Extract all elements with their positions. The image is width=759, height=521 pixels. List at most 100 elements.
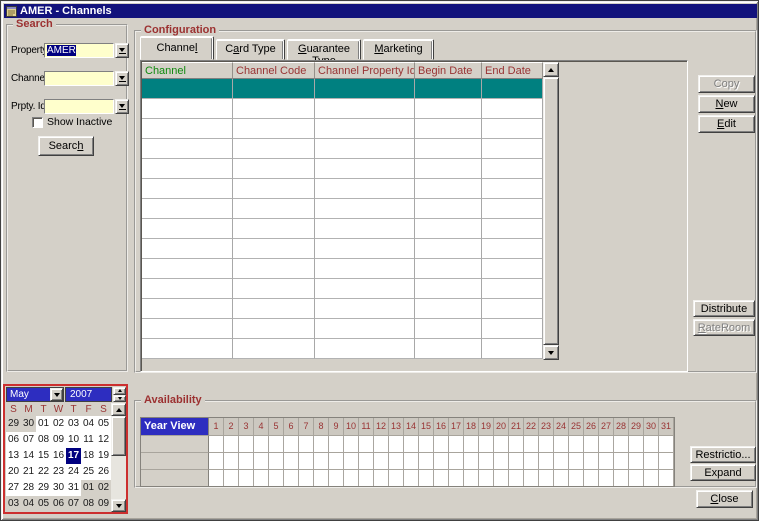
calendar-day[interactable]: 06 xyxy=(51,496,66,512)
calendar-day[interactable]: 22 xyxy=(36,464,51,480)
table-row[interactable] xyxy=(142,239,543,259)
calendar-day[interactable]: 19 xyxy=(96,448,111,464)
search-group-label: Search xyxy=(13,18,56,31)
calendar-day[interactable]: 09 xyxy=(51,432,66,448)
table-cell xyxy=(315,279,415,299)
calendar-day[interactable]: 30 xyxy=(21,416,36,432)
expand-button[interactable]: Expand xyxy=(690,464,756,481)
calendar-day[interactable]: 26 xyxy=(96,464,111,480)
calendar-scrollbar[interactable] xyxy=(111,403,126,512)
calendar-day[interactable]: 02 xyxy=(96,480,111,496)
calendar-day[interactable]: 04 xyxy=(21,496,36,512)
calendar-day[interactable]: 16 xyxy=(51,448,66,464)
calendar-day[interactable]: 01 xyxy=(36,416,51,432)
table-scroll-thumb[interactable] xyxy=(543,77,559,345)
calendar-month-dropdown-icon[interactable] xyxy=(50,388,63,401)
show-inactive-checkbox[interactable] xyxy=(32,116,43,128)
calendar-scroll-track[interactable] xyxy=(111,456,126,499)
calendar-day[interactable]: 05 xyxy=(36,496,51,512)
availability-cell xyxy=(359,452,374,469)
calendar-day[interactable]: 07 xyxy=(66,496,81,512)
calendar-year-up-button[interactable] xyxy=(113,387,126,395)
table-row[interactable] xyxy=(142,79,543,99)
search-button[interactable]: Searc h xyxy=(38,136,94,156)
calendar-day[interactable]: 15 xyxy=(36,448,51,464)
calendar-day[interactable]: 18 xyxy=(81,448,96,464)
calendar-day[interactable]: 20 xyxy=(6,464,21,480)
table-row[interactable] xyxy=(142,339,543,359)
calendar-day[interactable]: 08 xyxy=(81,496,96,512)
calendar-day[interactable]: 06 xyxy=(6,432,21,448)
tab-card-type[interactable]: Card Type xyxy=(216,39,285,60)
calendar-day[interactable]: 24 xyxy=(66,464,81,480)
titlebar[interactable]: AMER - Channels xyxy=(4,4,757,18)
channel-lov-button[interactable] xyxy=(115,71,129,86)
channel-field[interactable] xyxy=(44,71,114,86)
new-button[interactable]: New xyxy=(698,95,755,113)
calendar-day[interactable]: 29 xyxy=(36,480,51,496)
calendar-year-down-button[interactable] xyxy=(113,394,126,402)
calendar-day[interactable]: 30 xyxy=(51,480,66,496)
calendar-day-selected[interactable]: 17 xyxy=(66,448,81,464)
property-field[interactable]: AMER xyxy=(44,43,114,58)
restrictio-button[interactable]: Restrictio... xyxy=(690,446,756,463)
availability-cell xyxy=(659,435,674,452)
table-row[interactable] xyxy=(142,159,543,179)
table-row[interactable] xyxy=(142,139,543,159)
calendar-grid: S M T W T F S 29 30 01 02 03 04 05 06 07 08 09 10 11 12 13 14 1… xyxy=(6,403,111,512)
calendar-day[interactable]: 11 xyxy=(81,432,96,448)
table-row[interactable] xyxy=(142,119,543,139)
calendar-day[interactable]: 03 xyxy=(6,496,21,512)
calendar-day[interactable]: 29 xyxy=(6,416,21,432)
table-row[interactable] xyxy=(142,299,543,319)
calendar-day[interactable]: 07 xyxy=(21,432,36,448)
calendar-scroll-thumb[interactable] xyxy=(111,416,126,456)
table-scroll-down-icon[interactable] xyxy=(543,345,559,360)
tab-guarantee-type[interactable]: Guarantee Type xyxy=(287,39,361,67)
calendar-day[interactable]: 21 xyxy=(21,464,36,480)
calendar-day[interactable]: 23 xyxy=(51,464,66,480)
calendar-day[interactable]: 12 xyxy=(96,432,111,448)
table-row[interactable] xyxy=(142,199,543,219)
table-row[interactable] xyxy=(142,179,543,199)
property-lov-button[interactable] xyxy=(115,43,129,58)
table-row[interactable] xyxy=(142,279,543,299)
distribute-button[interactable]: Distribute xyxy=(693,300,755,317)
table-row[interactable] xyxy=(142,219,543,239)
calendar-day[interactable]: 04 xyxy=(81,416,96,432)
calendar-day[interactable]: 02 xyxy=(51,416,66,432)
calendar-day[interactable]: 01 xyxy=(81,480,96,496)
calendar-day[interactable]: 10 xyxy=(66,432,81,448)
calendar-year-field[interactable]: 2007 xyxy=(65,387,112,402)
prpty-id-lov-button[interactable] xyxy=(115,99,129,114)
calendar-day[interactable]: 25 xyxy=(81,464,96,480)
calendar-day[interactable]: 14 xyxy=(21,448,36,464)
table-cell xyxy=(142,219,233,239)
availability-cell xyxy=(254,435,269,452)
calendar-day[interactable]: 27 xyxy=(6,480,21,496)
calendar-day[interactable]: 05 xyxy=(96,416,111,432)
close-button[interactable]: Close xyxy=(696,490,753,508)
table-row[interactable] xyxy=(142,99,543,119)
calendar-day[interactable]: 28 xyxy=(21,480,36,496)
table-scrollbar[interactable] xyxy=(543,62,559,360)
calendar-scroll-down-icon[interactable] xyxy=(111,499,126,512)
calendar-week-row: 20 21 22 23 24 25 26 xyxy=(6,464,111,480)
table-row[interactable] xyxy=(142,259,543,279)
calendar-day[interactable]: 13 xyxy=(6,448,21,464)
availability-cell xyxy=(314,435,329,452)
availability-day-header: 28 xyxy=(614,418,629,435)
tab-marketing[interactable]: Marketing xyxy=(363,39,434,60)
calendar-scroll-up-icon[interactable] xyxy=(111,403,126,416)
table-row[interactable] xyxy=(142,319,543,339)
calendar-day[interactable]: 03 xyxy=(66,416,81,432)
calendar-month-select[interactable]: May xyxy=(6,387,64,402)
calendar-day[interactable]: 31 xyxy=(66,480,81,496)
table-scroll-up-icon[interactable] xyxy=(543,62,559,77)
prpty-id-field[interactable] xyxy=(44,99,114,114)
tab-channel[interactable]: Channel xyxy=(140,36,214,60)
calendar-day[interactable]: 08 xyxy=(36,432,51,448)
calendar-day[interactable]: 09 xyxy=(96,496,111,512)
edit-button[interactable]: Edit xyxy=(698,115,755,133)
table-cell xyxy=(233,119,315,139)
